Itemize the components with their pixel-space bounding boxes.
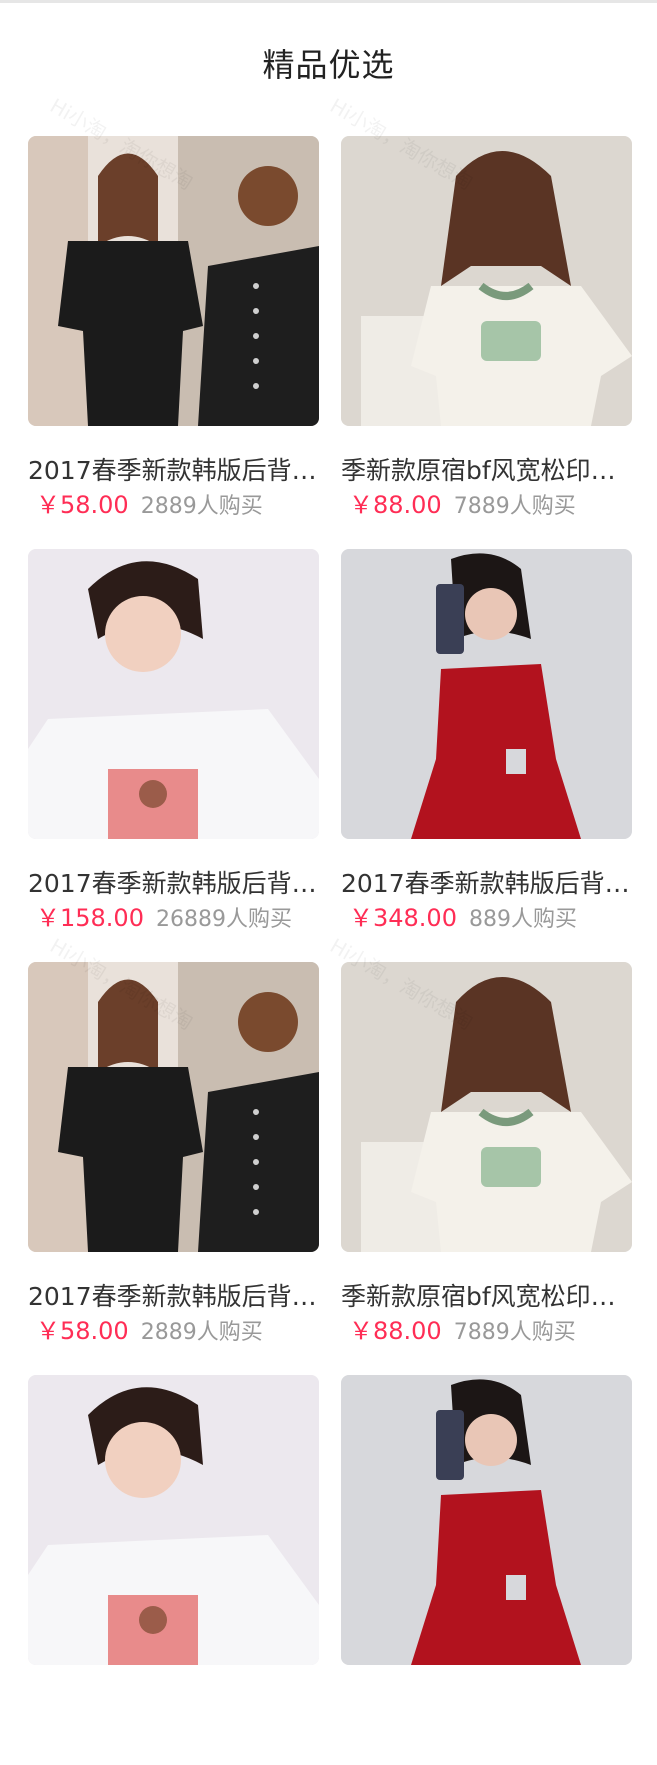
product-name[interactable]: 季新款原宿bf风宽松印花短袖T恤: [341, 1280, 632, 1314]
product-image[interactable]: [28, 1375, 319, 1665]
product-image[interactable]: [28, 549, 319, 839]
product-sold-count: 26889人购买: [155, 907, 292, 932]
product-card[interactable]: [341, 1375, 632, 1765]
product-name[interactable]: 2017春季新款韩版后背系带宽松短袖T恤: [28, 454, 319, 488]
product-meta: ￥58.00 2889人购买: [28, 1315, 319, 1350]
product-image[interactable]: [341, 136, 632, 426]
product-price: ￥58.00: [36, 491, 129, 519]
section-title: 精品优选: [262, 46, 395, 84]
top-divider: [0, 0, 657, 3]
black-tshirt-image: [28, 136, 319, 426]
product-image[interactable]: [28, 136, 319, 426]
product-card[interactable]: 2017春季新款韩版后背系带宽松短袖T恤 ￥348.00 889人购买: [341, 549, 632, 939]
product-name[interactable]: 2017春季新款韩版后背系带宽松短袖T恤: [341, 867, 632, 901]
product-sold-count: 2889人购买: [140, 1320, 263, 1345]
product-card[interactable]: 2017春季新款韩版后背系带宽松短袖T恤 ￥158.00 26889人购买: [28, 549, 319, 939]
product-name[interactable]: 2017春季新款韩版后背系带宽松短袖T恤: [28, 867, 319, 901]
product-image[interactable]: [341, 962, 632, 1252]
black-tshirt-image: [28, 962, 319, 1252]
product-name[interactable]: 季新款原宿bf风宽松印花短袖T恤: [341, 454, 632, 488]
product-meta: ￥58.00 2889人购买: [28, 489, 319, 524]
product-card[interactable]: 季新款原宿bf风宽松印花短袖T恤 ￥88.00 7889人购买: [341, 136, 632, 526]
white-boston-tshirt-image: [341, 136, 632, 426]
product-price: ￥348.00: [349, 904, 457, 932]
product-sold-count: 2889人购买: [140, 494, 263, 519]
product-meta: ￥88.00 7889人购买: [341, 489, 632, 524]
product-price: ￥58.00: [36, 1317, 129, 1345]
product-price: ￥158.00: [36, 904, 144, 932]
product-image[interactable]: [341, 1375, 632, 1665]
product-card[interactable]: 季新款原宿bf风宽松印花短袖T恤 ￥88.00 7889人购买: [341, 962, 632, 1352]
product-price: ￥88.00: [349, 491, 442, 519]
white-print-tshirt-image: [28, 549, 319, 839]
product-meta: ￥158.00 26889人购买: [28, 902, 319, 937]
product-card[interactable]: 2017春季新款韩版后背系带宽松短袖T恤 ￥58.00 2889人购买: [28, 962, 319, 1352]
white-print-tshirt-image: [28, 1375, 319, 1665]
product-meta: ￥348.00 889人购买: [341, 902, 632, 937]
product-card[interactable]: 2017春季新款韩版后背系带宽松短袖T恤 ￥58.00 2889人购买: [28, 136, 319, 526]
product-name[interactable]: 2017春季新款韩版后背系带宽松短袖T恤: [28, 1280, 319, 1314]
product-price: ￥88.00: [349, 1317, 442, 1345]
red-dress-image: [341, 1375, 632, 1665]
product-sold-count: 889人购买: [468, 907, 577, 932]
product-image[interactable]: [341, 549, 632, 839]
product-card[interactable]: [28, 1375, 319, 1765]
product-image[interactable]: [28, 962, 319, 1252]
product-sold-count: 7889人购买: [453, 1320, 576, 1345]
white-boston-tshirt-image: [341, 962, 632, 1252]
product-meta: ￥88.00 7889人购买: [341, 1315, 632, 1350]
product-sold-count: 7889人购买: [453, 494, 576, 519]
red-dress-image: [341, 549, 632, 839]
